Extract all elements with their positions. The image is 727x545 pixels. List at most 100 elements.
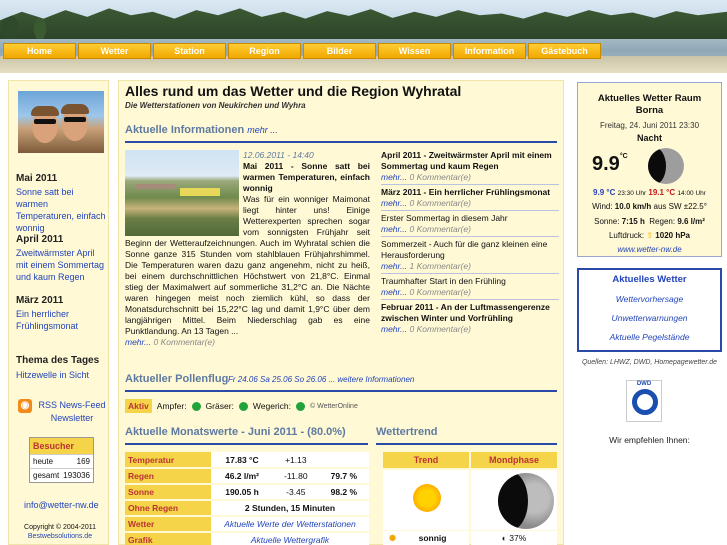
nav-information[interactable]: Information: [453, 43, 526, 59]
pollen-status-icon: [238, 401, 248, 411]
article-more-link[interactable]: mehr...: [125, 337, 151, 347]
header-banner: Home Wetter Station Region Bilder Wissen…: [0, 0, 727, 73]
news-headline[interactable]: April 2011 - Zweitwärmster April mit ein…: [381, 150, 559, 172]
row-value: 17.83 °C: [211, 452, 273, 469]
news-more-link[interactable]: mehr...: [381, 261, 407, 271]
row-value: 2 Stunden, 15 Minuten: [211, 500, 369, 517]
wetterstationen-link[interactable]: Aktuelle Werte der Wetterstationen: [211, 516, 369, 533]
copyright-text: Copyright © 2004-2011: [24, 524, 96, 531]
row-diff: +1.13: [273, 452, 319, 469]
news-more-link[interactable]: mehr...: [381, 224, 407, 234]
news-comments[interactable]: 0 Kommentar(e): [410, 324, 471, 334]
moon-header: Mondphase: [471, 452, 557, 468]
news-more-link[interactable]: mehr...: [381, 198, 407, 208]
sidebar-link-april[interactable]: Zweitwärmster April mit einem Sommertag …: [16, 247, 108, 283]
sidebar-link-maerz[interactable]: Ein herrlicher Frühlingsmonat: [16, 308, 108, 332]
news-item: März 2011 - Ein herrlicher Frühlingsmona…: [381, 184, 559, 210]
wetter-nw-link[interactable]: www.wetter-nw.de: [578, 245, 721, 254]
wettergrafik-link[interactable]: Aktuelle Wettergrafik: [211, 532, 369, 545]
right-sidebar: Aktuelles Wetter Raum Borna Freitag, 24.…: [572, 80, 727, 545]
trend-cell: [383, 470, 469, 530]
sunglasses-right: [64, 117, 86, 122]
table-row: Wetter Aktuelle Werte der Wetterstatione…: [125, 516, 369, 533]
druck-label: Luftdruck:: [608, 231, 645, 240]
row-diff: -11.80: [273, 468, 319, 485]
copyright: Copyright © 2004-2011 Bestwebsolutions.d…: [15, 523, 105, 541]
news-headline[interactable]: Sommerzeit - Auch für die ganz kleinen e…: [381, 239, 559, 261]
info-more-link[interactable]: mehr ...: [247, 125, 278, 135]
sidebar-link-mai[interactable]: Sonne satt bei warmen Temperaturen, einf…: [16, 186, 108, 234]
sonne-value: 7:15 h: [621, 217, 645, 226]
pollen-source[interactable]: © WetterOnline: [310, 403, 358, 410]
sun-icon: [413, 484, 441, 512]
row-percent: 79.7 %: [318, 468, 369, 485]
news-list: April 2011 - Zweitwärmster April mit ein…: [381, 150, 559, 336]
news-comments[interactable]: 0 Kommentar(e): [410, 224, 471, 234]
nav-bilder[interactable]: Bilder: [303, 43, 376, 59]
thema-link[interactable]: Hitzewelle in Sicht: [16, 369, 108, 381]
recommend-text: Wir empfehlen Ihnen:: [609, 435, 690, 445]
pollen-ampfer: Ampfer:: [156, 401, 187, 411]
news-headline[interactable]: Februar 2011 - An der Luftmassengerenze …: [381, 302, 559, 324]
weather-date: Freitag, 24. Juni 2011 23:30: [599, 121, 700, 130]
pollen-status-icon: [191, 401, 201, 411]
news-comments[interactable]: 0 Kommentar(e): [410, 172, 471, 182]
vorhersage-link[interactable]: Wettervorhersage: [579, 294, 720, 304]
news-more-link[interactable]: mehr...: [381, 324, 407, 334]
monat-table: Temperatur 17.83 °C +1.13 Regen 46.2 l/m…: [125, 452, 369, 545]
dwd-logo[interactable]: DWD: [626, 380, 662, 422]
trend-text-cell: ✺ sonnig: [383, 531, 469, 545]
row-label: Wetter: [125, 516, 211, 533]
section-divider: [376, 443, 557, 445]
news-comments[interactable]: 0 Kommentar(e): [410, 198, 471, 208]
news-headline[interactable]: Erster Sommertag in diesem Jahr: [381, 213, 559, 224]
counter-label: gesamt: [33, 471, 60, 480]
news-headline[interactable]: März 2011 - Ein herrlicher Frühlingsmona…: [381, 187, 559, 198]
counter-value: 169: [76, 457, 90, 466]
nav-gaestebuch[interactable]: Gästebuch: [528, 43, 601, 59]
sidebar-head-mai: Mai 2011: [16, 173, 58, 184]
pegel-link[interactable]: Aktuelle Pegelstände: [579, 332, 720, 342]
news-headline[interactable]: Traumhafter Start in den Frühling: [381, 276, 559, 287]
pressure-row: Luftdruck: ⇧ 1020 hPa: [578, 231, 721, 240]
trend-section-title: Wettertrend: [376, 426, 438, 438]
hair-right: [61, 104, 89, 114]
main-content: Alles rund um das Wetter und die Region …: [118, 80, 564, 545]
news-more-link[interactable]: mehr...: [381, 172, 407, 182]
news-comments[interactable]: 0 Kommentar(e): [410, 287, 471, 297]
news-comments[interactable]: 1 Kommentar(e): [410, 261, 471, 271]
nav-station[interactable]: Station: [153, 43, 226, 59]
email-link[interactable]: info@wetter-nw.de: [24, 500, 99, 510]
temp-max: 19.1 °C: [648, 188, 676, 197]
pressure-icon: ⇧: [646, 231, 654, 240]
nav-wissen[interactable]: Wissen: [378, 43, 451, 59]
row-value: 190.05 h: [211, 484, 273, 501]
article-comments[interactable]: 0 Kommentar(e): [154, 337, 215, 347]
rss-icon[interactable]: ◉: [18, 399, 32, 413]
row-value: 46.2 l/m²: [211, 468, 273, 485]
wind-row: Wind: 10.0 km/h aus SW ±22.5°: [578, 202, 721, 211]
weather-place: Borna: [635, 105, 664, 116]
table-row: Grafik Aktuelle Wettergrafik: [125, 532, 369, 545]
rss-newsletter-link[interactable]: RSS News-Feed Newsletter: [36, 399, 108, 425]
pollen-active-badge: Aktiv: [125, 399, 152, 413]
moon-phase-icon: [498, 473, 554, 529]
temp-min-time: 23:30 Uhr: [617, 190, 647, 197]
pollen-dates-links[interactable]: Fr 24.06 Sa 25.06 So 26.06 ... weitere I…: [228, 375, 414, 384]
row-label: Grafik: [125, 532, 211, 545]
nav-wetter[interactable]: Wetter: [78, 43, 151, 59]
nav-home[interactable]: Home: [3, 43, 76, 59]
aw-title[interactable]: Aktuelles Wetter: [579, 274, 720, 285]
pollen-status-icon: [296, 401, 306, 411]
copyright-link[interactable]: Bestwebsolutions.de: [28, 533, 92, 540]
owner-photo: [18, 91, 104, 153]
unwetter-link[interactable]: Unwetterwarnungen: [579, 313, 720, 323]
moon-phase-shadow: [498, 473, 528, 529]
left-sidebar: Mai 2011 Sonne satt bei warmen Temperatu…: [8, 80, 109, 545]
page-title: Alles rund um das Wetter und die Region …: [125, 83, 462, 99]
news-more-link[interactable]: mehr...: [381, 287, 407, 297]
dwd-ring: [632, 389, 658, 415]
row-label: Temperatur: [125, 452, 211, 469]
nav-region[interactable]: Region: [228, 43, 301, 59]
wind-label: Wind:: [592, 202, 613, 211]
